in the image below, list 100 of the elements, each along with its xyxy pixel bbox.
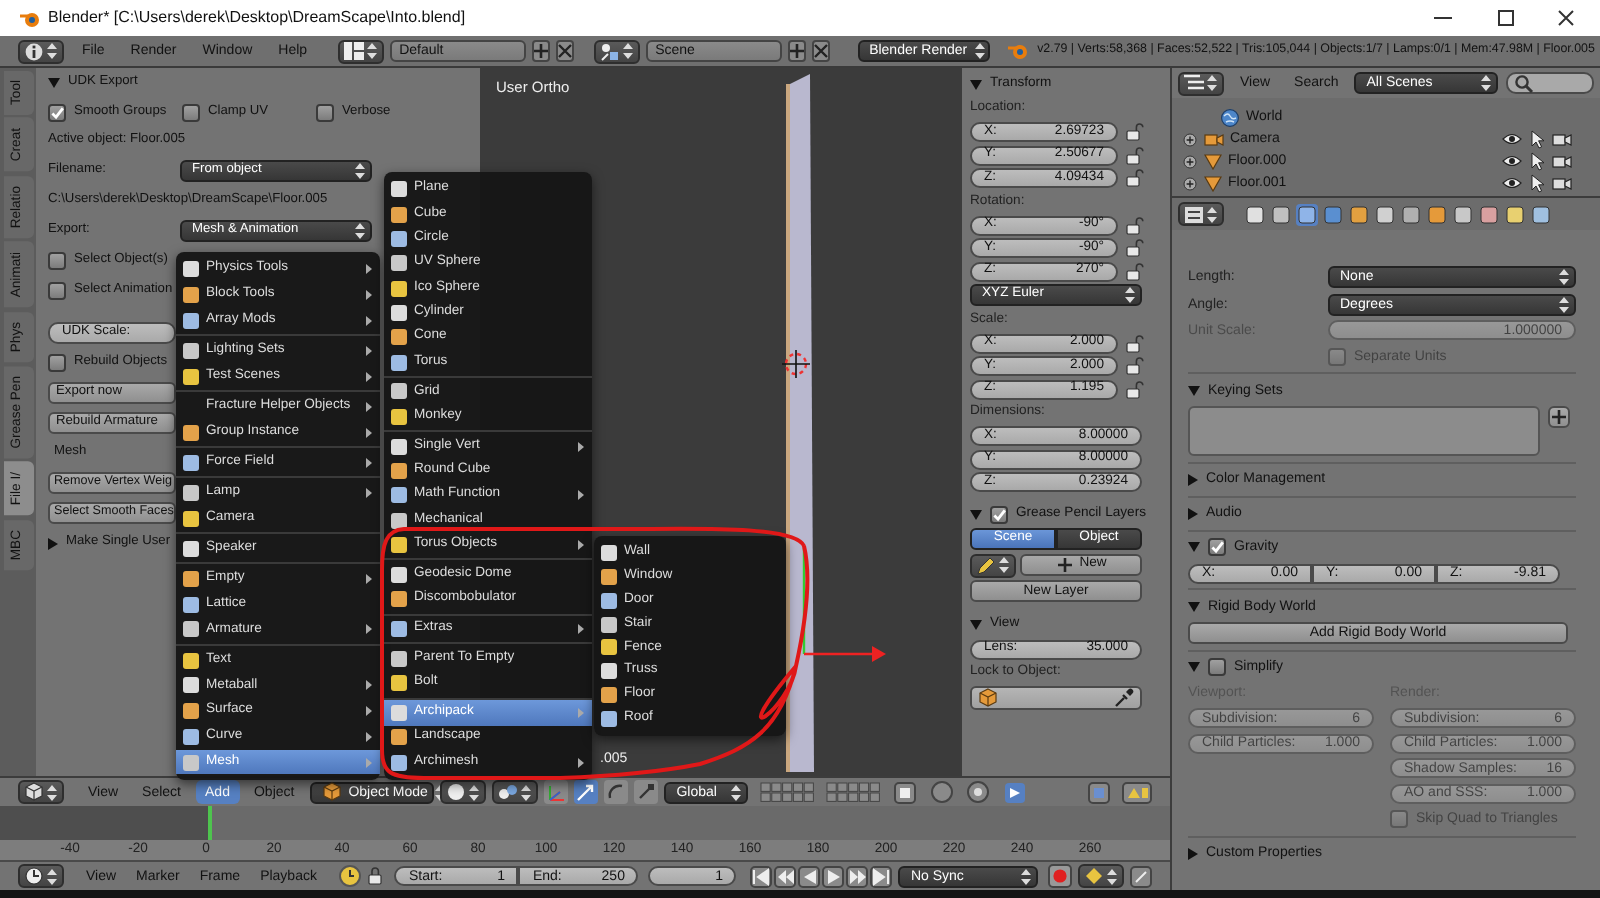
editor-type-button[interactable] [18,780,64,804]
add-button[interactable] [531,40,550,62]
add-button[interactable] [1548,406,1570,428]
axes-toggle-icon[interactable] [544,780,569,804]
lock-icon[interactable] [1126,333,1146,354]
property-tab[interactable] [1296,203,1318,225]
maximize-icon[interactable] [1496,8,1516,28]
translate-toggle-icon[interactable] [574,780,599,804]
checkbox[interactable] [1390,810,1408,828]
expand-icon[interactable] [1182,131,1198,147]
lock-icon[interactable] [1126,238,1146,259]
add-button[interactable] [787,40,806,62]
property-tab[interactable] [1426,203,1448,225]
pivot-dropdown[interactable] [492,780,539,804]
cube-icon [322,782,343,802]
eye-icon[interactable] [1502,174,1522,192]
close-icon[interactable] [1556,8,1576,28]
property-tab[interactable] [1530,203,1552,225]
scale-toggle-icon[interactable] [634,780,659,804]
disclosure-triangle-icon[interactable] [1188,507,1198,519]
search-field[interactable] [1506,72,1594,94]
layer-icon[interactable] [1088,781,1111,803]
camera-icon[interactable] [1552,129,1572,149]
scene-button[interactable] [593,39,640,63]
disclosure-triangle-icon[interactable] [970,80,982,90]
lock-icon[interactable] [1126,379,1146,400]
disclosure-triangle-icon[interactable] [1188,473,1198,485]
eye-icon[interactable] [1502,130,1522,148]
blender-logo-icon [20,9,40,27]
keying-set-icon[interactable] [1130,865,1153,887]
keying-dropdown[interactable] [1078,864,1125,888]
layer-grid-icon[interactable] [826,782,881,802]
checkbox[interactable] [48,282,66,300]
disclosure-triangle-icon[interactable] [48,78,60,88]
layer-grid-icon[interactable] [760,782,815,802]
screen-layout-button[interactable] [337,39,384,63]
render-layer-icon[interactable] [1122,781,1153,803]
property-tab[interactable] [1478,203,1500,225]
checkbox[interactable] [1208,538,1226,556]
pencil-dropdown[interactable] [970,553,1016,578]
delete-button[interactable] [555,40,574,62]
render-preview-icon[interactable] [1004,781,1027,803]
property-tab[interactable] [1244,203,1266,225]
plus-icon [1550,408,1568,426]
shading-dropdown[interactable] [440,780,487,804]
disclosure-triangle-icon[interactable] [1188,601,1200,611]
disclosure-triangle-icon[interactable] [1188,385,1200,395]
proportional-edit-icon[interactable] [966,780,991,804]
property-tab[interactable] [1504,203,1526,225]
editor-type-button[interactable] [18,864,64,888]
3d-cursor-icon [781,349,811,379]
disclosure-triangle-icon[interactable] [48,537,58,549]
previous-keyframe-button[interactable] [774,865,797,887]
snap-icon[interactable] [930,780,955,804]
lock-icon[interactable] [1126,215,1146,236]
delete-button[interactable] [811,40,830,62]
eyedropper-icon[interactable] [1114,687,1134,708]
lock-icon[interactable] [1126,122,1146,143]
updown-arrow-icon [973,42,986,60]
lock-icon[interactable] [1126,168,1146,189]
object-field[interactable] [970,685,1142,710]
checkbox[interactable] [316,104,334,122]
camera-icon[interactable] [1552,173,1572,193]
updown-arrow-icon [354,162,366,180]
disclosure-triangle-icon[interactable] [970,620,982,631]
lock-camera-icon[interactable] [894,781,917,803]
clock-icon [24,866,44,886]
expand-icon[interactable] [1182,153,1198,169]
keyframe-icon[interactable] [338,864,363,888]
checkbox[interactable] [990,505,1008,524]
eye-icon[interactable] [1502,152,1522,170]
checkbox[interactable] [1208,658,1226,676]
keying-icon [1084,866,1105,886]
rotate-toggle-icon[interactable] [604,780,629,804]
property-tab[interactable] [1452,203,1474,225]
camera-icon[interactable] [1552,151,1572,171]
expand-icon[interactable] [1182,175,1198,191]
property-tab[interactable] [1400,203,1422,225]
checkbox[interactable] [48,354,66,372]
editor-type-button[interactable] [18,39,64,63]
next-keyframe-button[interactable] [846,865,869,887]
updown-arrow-icon [1206,205,1218,223]
record-button[interactable] [1048,864,1073,888]
property-tab[interactable] [1270,203,1292,225]
checkbox[interactable] [48,252,66,270]
checkbox[interactable] [182,104,200,122]
lock-icon[interactable] [1126,356,1146,377]
property-tab[interactable] [1374,203,1396,225]
lock-icon[interactable] [1126,261,1146,282]
lock-icon[interactable] [1126,145,1146,166]
updown-arrow-icon [354,222,366,240]
updown-arrow-icon [520,783,533,801]
editor-type-button[interactable] [1178,71,1224,95]
disclosure-triangle-icon[interactable] [1188,847,1198,859]
checkbox[interactable] [48,104,66,122]
play-button[interactable] [822,865,845,887]
updown-arrow-icon [1020,867,1033,885]
jump-to-start-button[interactable] [750,865,773,887]
editor-type-button[interactable] [1178,202,1224,226]
property-tab[interactable] [1348,203,1370,225]
